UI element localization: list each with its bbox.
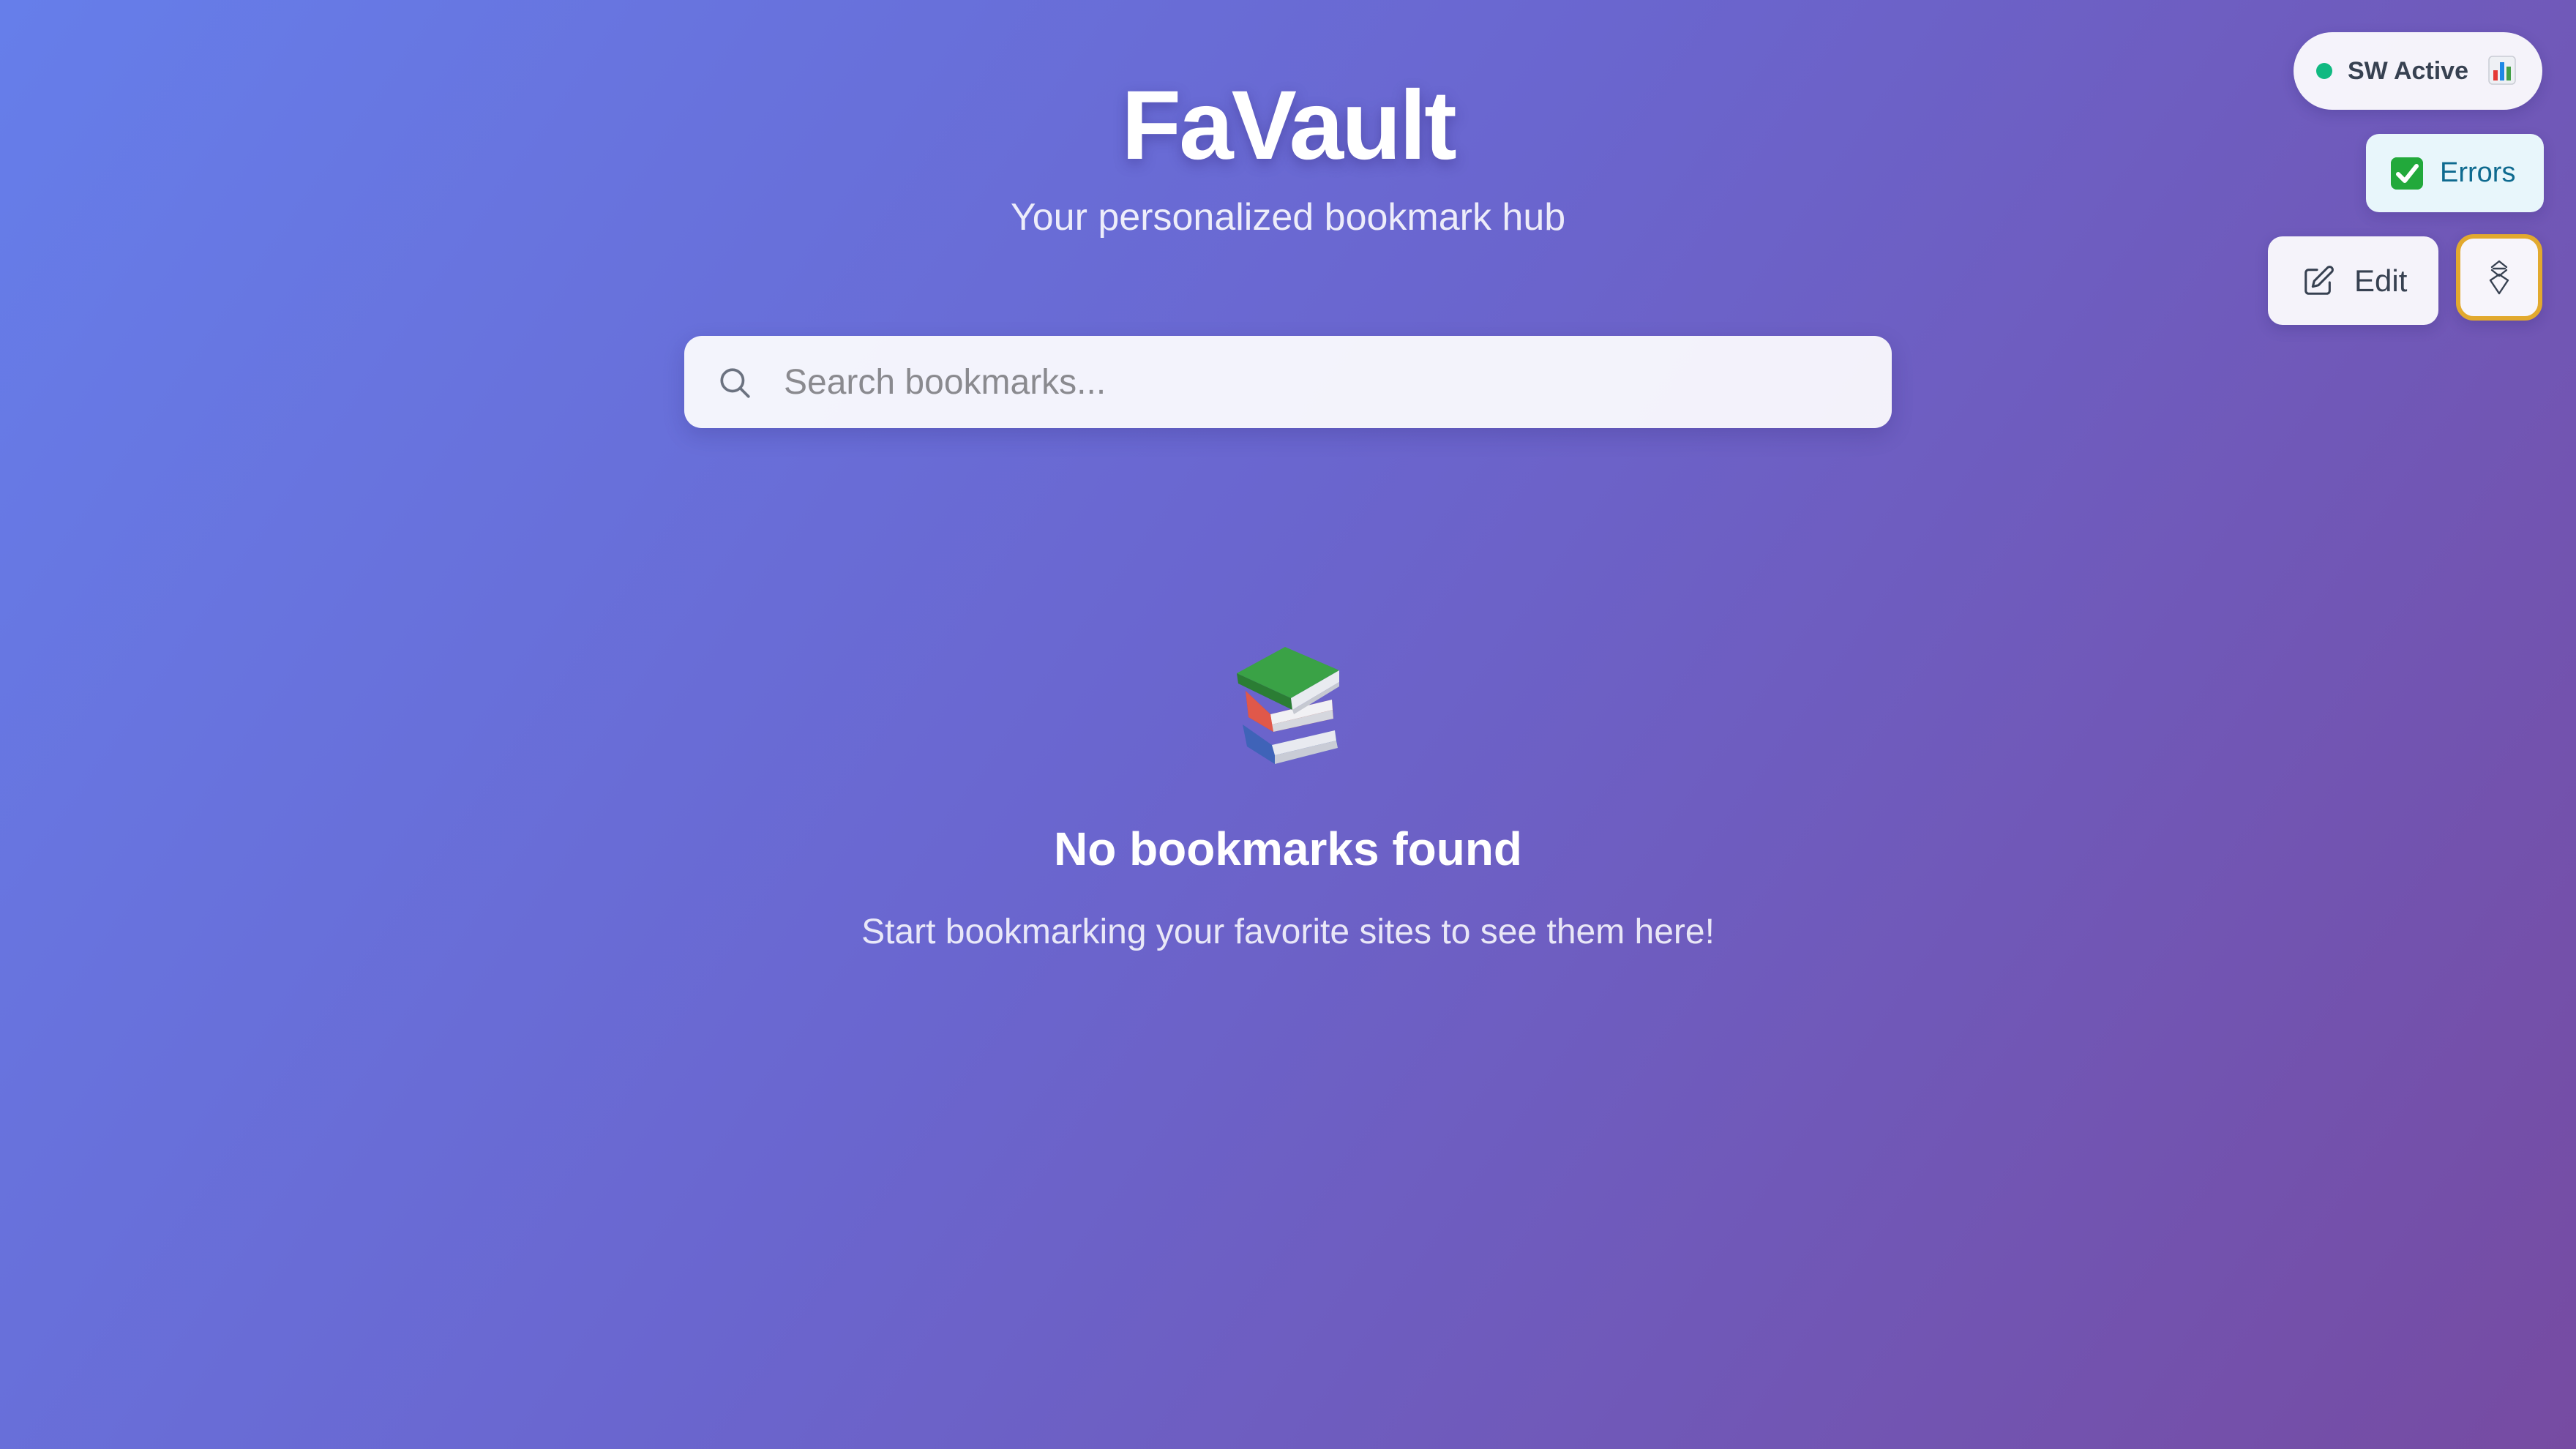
service-worker-status[interactable]: SW Active [2294, 32, 2542, 110]
bar-chart-icon [2488, 56, 2516, 85]
check-mark-icon [2391, 157, 2423, 190]
errors-button-label: Errors [2440, 157, 2516, 188]
service-worker-status-label: SW Active [2348, 57, 2469, 85]
search-bar[interactable] [684, 336, 1892, 428]
errors-button[interactable]: Errors [2366, 134, 2544, 212]
debug-icon [2489, 260, 2509, 295]
empty-state-title: No bookmarks found [1053, 823, 1523, 875]
empty-state-description: Start bookmarking your favorite sites to… [861, 913, 1715, 951]
app-title: FaVault [1121, 71, 1457, 180]
edit-button-label: Edit [2354, 263, 2408, 298]
app-subtitle: Your personalized bookmark hub [1010, 196, 1566, 239]
books-icon [1237, 647, 1339, 764]
debug-button[interactable] [2456, 234, 2542, 321]
edit-icon [2304, 266, 2334, 295]
search-input[interactable] [784, 336, 1867, 428]
status-dot-icon [2316, 63, 2332, 79]
edit-button[interactable]: Edit [2268, 236, 2438, 325]
search-icon [720, 368, 750, 398]
